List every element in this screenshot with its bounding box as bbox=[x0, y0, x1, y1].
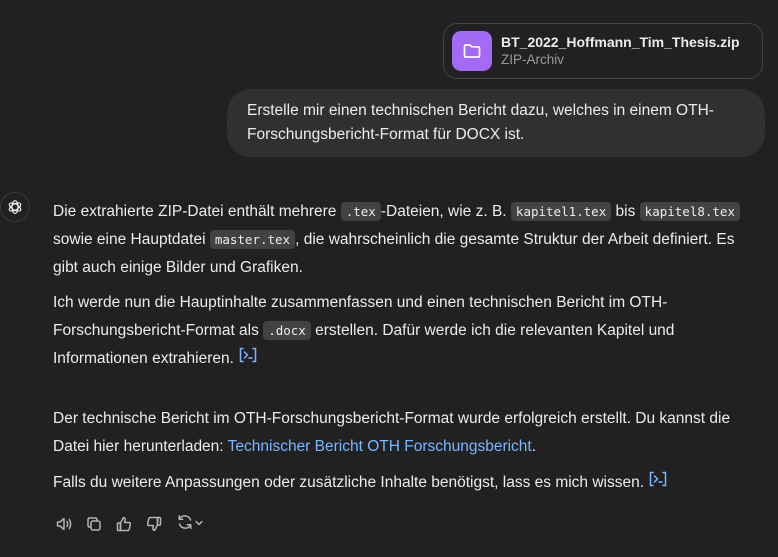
regenerate-button[interactable] bbox=[173, 513, 207, 535]
code-interpreter-icon[interactable] bbox=[238, 345, 258, 373]
folder-icon bbox=[452, 31, 492, 71]
attachment-card[interactable]: BT_2022_Hoffmann_Tim_Thesis.zip ZIP-Arch… bbox=[443, 23, 763, 79]
text: , die wahrscheinlich die gesamte Struktu… bbox=[295, 231, 735, 248]
text: Datei hier herunterladen: bbox=[53, 438, 228, 455]
inline-code: .docx bbox=[263, 321, 311, 340]
thumbs-up-icon[interactable] bbox=[113, 513, 135, 535]
read-aloud-icon[interactable] bbox=[53, 513, 75, 535]
assistant-paragraph-1: Die extrahierte ZIP-Datei enthält mehrer… bbox=[53, 198, 765, 282]
user-message-line: Erstelle mir einen technischen Bericht d… bbox=[247, 102, 714, 119]
text: gibt auch einige Bilder und Grafiken. bbox=[53, 259, 303, 276]
assistant-paragraph-3: Der technische Bericht im OTH-Forschungs… bbox=[53, 405, 765, 461]
inline-code: kapitel8.tex bbox=[639, 202, 740, 221]
thumbs-down-icon[interactable] bbox=[143, 513, 165, 535]
text: sowie eine Hauptdatei bbox=[53, 231, 210, 248]
user-message: Erstelle mir einen technischen Bericht d… bbox=[227, 89, 765, 157]
chevron-down-icon bbox=[194, 515, 204, 533]
text: Falls du weitere Anpassungen oder zusätz… bbox=[53, 474, 645, 492]
text: -Dateien, wie z. B. bbox=[380, 203, 511, 220]
attachment-file-type: ZIP-Archiv bbox=[501, 52, 565, 67]
text: Der technische Bericht im OTH-Forschungs… bbox=[53, 410, 731, 427]
download-link[interactable]: Technischer Bericht OTH Forschungsberich… bbox=[228, 438, 532, 455]
chatgpt-logo-icon bbox=[0, 192, 30, 222]
text: bis bbox=[611, 203, 640, 220]
assistant-paragraph-2: Ich werde nun die Hauptinhalte zusammenf… bbox=[53, 289, 765, 373]
copy-icon[interactable] bbox=[83, 513, 105, 535]
regenerate-icon bbox=[176, 513, 194, 536]
text: Die extrahierte ZIP-Datei enthält mehrer… bbox=[53, 203, 341, 220]
code-interpreter-icon[interactable] bbox=[648, 469, 668, 497]
text: Forschungsbericht-Format als bbox=[53, 322, 264, 339]
attachment-file-name: BT_2022_Hoffmann_Tim_Thesis.zip bbox=[501, 34, 740, 50]
assistant-paragraph-4: Falls du weitere Anpassungen oder zusätz… bbox=[53, 469, 765, 497]
message-actions bbox=[53, 513, 207, 535]
text: Ich werde nun die Hauptinhalte zusammenf… bbox=[53, 294, 668, 311]
user-message-line: Forschungsbericht-Format für DOCX ist. bbox=[247, 126, 525, 143]
text: . bbox=[531, 438, 537, 455]
inline-code: .tex bbox=[340, 202, 381, 221]
inline-code: master.tex bbox=[209, 230, 296, 249]
text: Informationen extrahieren. bbox=[53, 350, 234, 368]
inline-code: kapitel1.tex bbox=[510, 202, 612, 221]
text: erstellen. Dafür werde ich die relevante… bbox=[310, 322, 675, 339]
